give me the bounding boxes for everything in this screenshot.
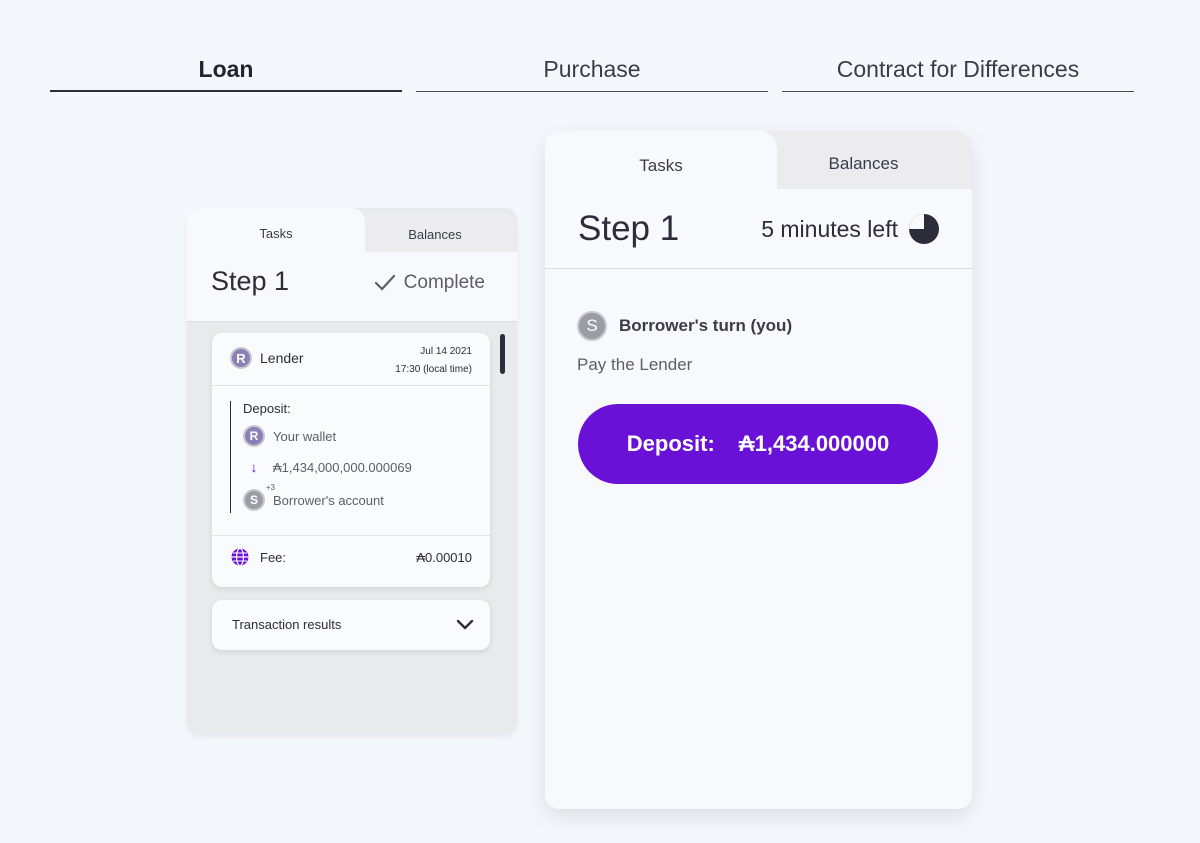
- deposit-button[interactable]: Deposit: ₳1,434.000000: [578, 404, 938, 484]
- borrower-avatar-icon: S: [577, 311, 607, 341]
- small-step-title: Step 1: [211, 266, 290, 296]
- chevron-down-icon[interactable]: [456, 617, 474, 631]
- deposit-to-row: S +3 Borrower's account: [243, 483, 384, 511]
- transaction-results-card[interactable]: Transaction results: [212, 600, 490, 650]
- small-panel-tabs: Balances Tasks: [187, 208, 517, 254]
- complete-label: Complete: [403, 272, 485, 293]
- lender-card: R Lender Jul 14 2021 17:30 (local time) …: [212, 333, 490, 587]
- lender-name: Lender: [260, 350, 304, 366]
- instruction-text: Pay the Lender: [577, 355, 693, 374]
- tab-balances[interactable]: Balances: [755, 131, 972, 191]
- lender-date: Jul 14 2021: [420, 346, 472, 357]
- deposit-label: Deposit:: [243, 401, 291, 416]
- tab-loan[interactable]: Loan: [50, 52, 402, 92]
- coin-badge: +3: [265, 483, 275, 492]
- complete-status: Complete: [374, 272, 485, 294]
- lender-row: R Lender: [230, 347, 304, 369]
- deposit-amount: ₳1,434,000,000.000069: [273, 459, 412, 475]
- fee-row: Fee: ₳0.00010: [230, 547, 472, 567]
- card-divider: [212, 535, 490, 536]
- page: Loan Purchase Contract for Differences B…: [0, 0, 1200, 843]
- time-left-label: 5 minutes left: [761, 215, 898, 242]
- fee-label: Fee:: [260, 549, 287, 565]
- deposit-to: Borrower's account: [273, 492, 384, 508]
- time-remaining: 5 minutes left: [761, 213, 940, 245]
- deposit-amount-row: ↓ ₳1,434,000,000.000069: [243, 459, 412, 475]
- lender-time: 17:30 (local time): [395, 364, 472, 375]
- fee-value: ₳0.00010: [416, 549, 472, 565]
- task-header: Step 1 5 minutes left: [545, 189, 972, 269]
- scrollbar[interactable]: [500, 334, 505, 374]
- wallet-coin-icon: R: [243, 425, 265, 447]
- borrower-coin-icon: S +3: [243, 483, 275, 511]
- small-tab-tasks[interactable]: Tasks: [187, 208, 365, 254]
- deposit-block: Deposit: R Your wallet ↓ ₳1,434,000,000.…: [230, 401, 470, 513]
- task-panel: Balances Tasks Step 1 5 minutes left S B…: [545, 131, 972, 809]
- small-panel-header: Step 1 Complete: [187, 252, 517, 322]
- small-tab-balances[interactable]: Balances: [355, 214, 515, 254]
- globe-icon: [231, 547, 249, 567]
- step-title: Step 1: [578, 209, 680, 248]
- transaction-results-label: Transaction results: [232, 617, 342, 632]
- tab-contract-for-differences[interactable]: Contract for Differences: [782, 52, 1134, 92]
- check-icon: [374, 274, 395, 291]
- lender-coin-icon: R: [230, 347, 252, 369]
- lender-datetime: Jul 14 2021 17:30 (local time): [395, 343, 472, 379]
- deposit-button-label: Deposit:: [626, 431, 715, 456]
- deposit-button-amount: ₳1,434.000000: [738, 431, 890, 456]
- clock-icon: [909, 214, 939, 244]
- borrower-coin-letter: S: [249, 493, 258, 507]
- tab-tasks[interactable]: Tasks: [545, 131, 777, 193]
- arrow-down-icon: ↓: [250, 459, 258, 475]
- deposit-from: Your wallet: [273, 428, 337, 444]
- card-divider: [212, 385, 490, 386]
- turn-label: Borrower's turn (you): [619, 316, 793, 335]
- deposit-from-row: R Your wallet: [243, 425, 336, 447]
- turn-row: S Borrower's turn (you): [577, 311, 792, 341]
- tab-purchase[interactable]: Purchase: [416, 52, 768, 92]
